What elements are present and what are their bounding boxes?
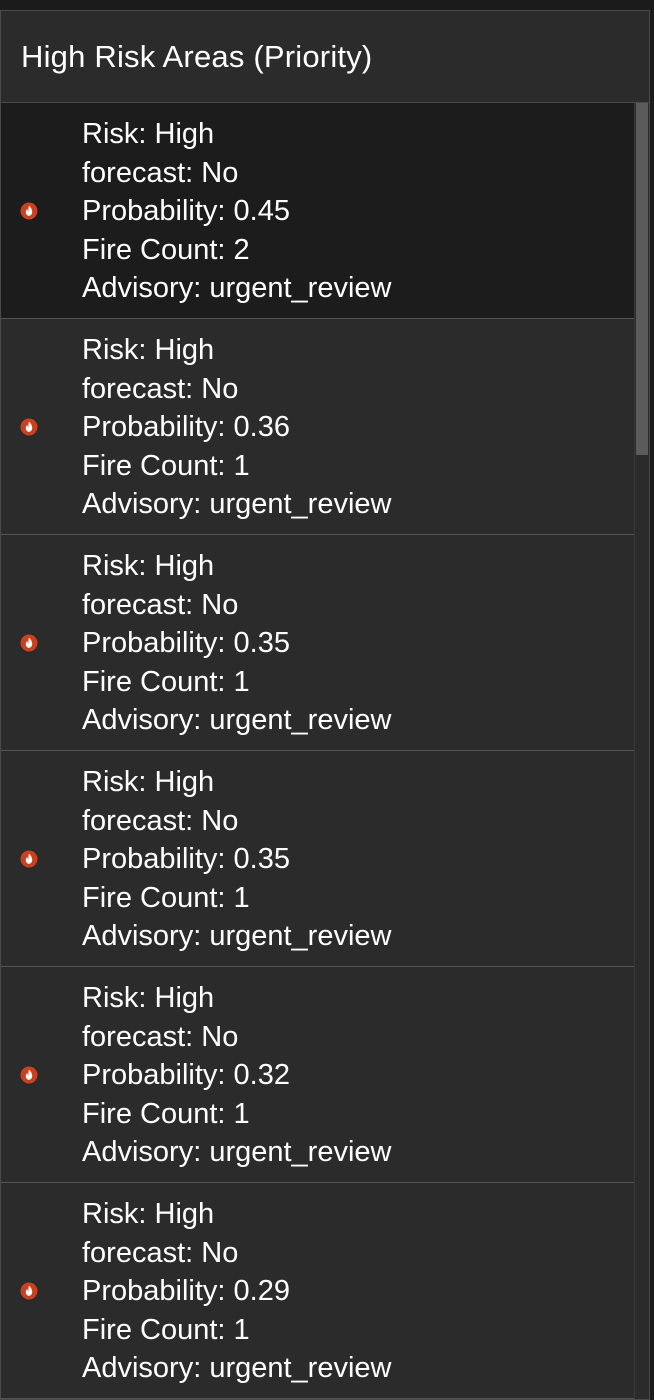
item-details: Risk: High forecast: No Probability: 0.3… — [82, 329, 391, 524]
risk-text: Risk: High — [82, 766, 215, 799]
fire-icon — [20, 850, 38, 867]
forecast-text: forecast: No — [82, 1236, 239, 1269]
probability-text: Probability: 0.29 — [82, 1275, 290, 1308]
item-details: Risk: High forecast: No Probability: 0.3… — [82, 977, 391, 1172]
fire-count-text: Fire Count: 1 — [82, 881, 250, 914]
high-risk-panel: High Risk Areas (Priority) Risk: High fo… — [0, 10, 650, 1400]
forecast-text: forecast: No — [82, 804, 239, 837]
list-item[interactable]: Risk: High forecast: No Probability: 0.3… — [1, 535, 634, 751]
fire-count-text: Fire Count: 2 — [82, 233, 250, 266]
advisory-text: Advisory: urgent_review — [82, 488, 392, 521]
fire-count-text: Fire Count: 1 — [82, 449, 250, 482]
item-details: Risk: High forecast: No Probability: 0.2… — [82, 1193, 391, 1388]
fire-icon — [20, 634, 38, 651]
advisory-text: Advisory: urgent_review — [82, 704, 392, 737]
advisory-text: Advisory: urgent_review — [82, 1352, 392, 1385]
list-item[interactable]: Risk: High forecast: No Probability: 0.3… — [1, 319, 634, 535]
scrollbar-thumb[interactable] — [636, 103, 648, 455]
fire-icon — [20, 202, 38, 219]
advisory-text: Advisory: urgent_review — [82, 920, 392, 953]
risk-text: Risk: High — [82, 118, 215, 151]
risk-text: Risk: High — [82, 1198, 215, 1231]
risk-area-list: Risk: High forecast: No Probability: 0.4… — [1, 103, 634, 1399]
forecast-text: forecast: No — [82, 588, 239, 621]
fire-count-text: Fire Count: 1 — [82, 665, 250, 698]
list-item[interactable]: Risk: High forecast: No Probability: 0.3… — [1, 751, 634, 967]
forecast-text: forecast: No — [82, 156, 239, 189]
fire-count-text: Fire Count: 1 — [82, 1313, 250, 1346]
advisory-text: Advisory: urgent_review — [82, 272, 392, 305]
vertical-scrollbar[interactable] — [634, 103, 649, 1399]
probability-text: Probability: 0.36 — [82, 411, 290, 444]
risk-text: Risk: High — [82, 550, 215, 583]
probability-text: Probability: 0.35 — [82, 627, 290, 660]
item-details: Risk: High forecast: No Probability: 0.4… — [82, 113, 391, 308]
probability-text: Probability: 0.45 — [82, 195, 290, 228]
fire-icon — [20, 1282, 38, 1299]
item-details: Risk: High forecast: No Probability: 0.3… — [82, 761, 391, 956]
fire-icon — [20, 1066, 38, 1083]
fire-count-text: Fire Count: 1 — [82, 1097, 250, 1130]
forecast-text: forecast: No — [82, 1020, 239, 1053]
forecast-text: forecast: No — [82, 372, 239, 405]
fire-icon — [20, 418, 38, 435]
panel-header: High Risk Areas (Priority) — [1, 11, 649, 103]
probability-text: Probability: 0.35 — [82, 843, 290, 876]
item-details: Risk: High forecast: No Probability: 0.3… — [82, 545, 391, 740]
advisory-text: Advisory: urgent_review — [82, 1136, 392, 1169]
panel-title: High Risk Areas (Priority) — [21, 38, 373, 74]
list-item[interactable]: Risk: High forecast: No Probability: 0.2… — [1, 1183, 634, 1399]
risk-area-list-container: Risk: High forecast: No Probability: 0.4… — [1, 103, 649, 1399]
probability-text: Probability: 0.32 — [82, 1059, 290, 1092]
list-item[interactable]: Risk: High forecast: No Probability: 0.4… — [1, 103, 634, 319]
risk-text: Risk: High — [82, 334, 215, 367]
list-item[interactable]: Risk: High forecast: No Probability: 0.3… — [1, 967, 634, 1183]
risk-text: Risk: High — [82, 982, 215, 1015]
